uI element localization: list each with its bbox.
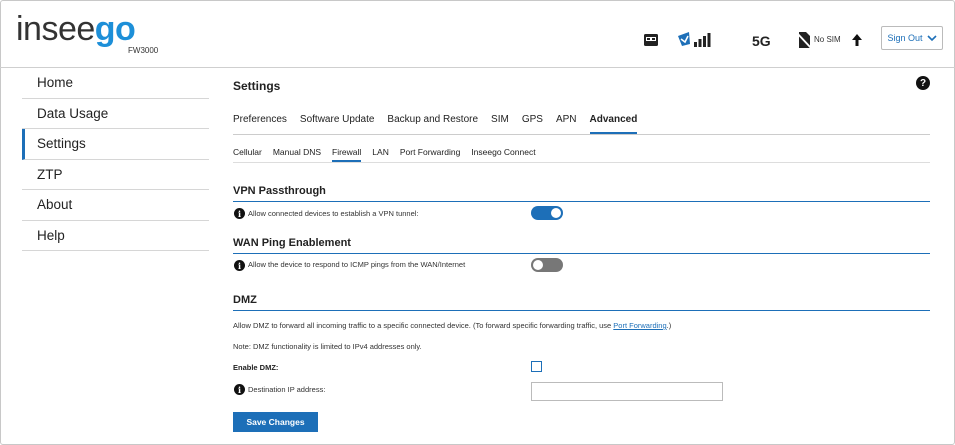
upload-arrow-icon bbox=[852, 34, 862, 46]
destination-ip-label: Destination IP address: bbox=[248, 385, 326, 394]
info-icon[interactable]: i bbox=[234, 208, 245, 219]
section-divider bbox=[233, 201, 930, 202]
sidebar-item-home[interactable]: Home bbox=[22, 68, 209, 99]
tab-preferences[interactable]: Preferences bbox=[233, 114, 287, 134]
wan-ping-section-title: WAN Ping Enablement bbox=[233, 237, 351, 249]
save-changes-button[interactable]: Save Changes bbox=[233, 412, 318, 432]
logo-text-part1: insee bbox=[16, 10, 95, 48]
enable-dmz-label: Enable DMZ: bbox=[233, 363, 279, 372]
wan-ping-toggle[interactable] bbox=[531, 258, 563, 272]
sidebar-item-label: Help bbox=[37, 227, 65, 243]
tab-advanced[interactable]: Advanced bbox=[589, 114, 638, 134]
sidebar-item-label: About bbox=[37, 197, 73, 213]
toggle-knob bbox=[551, 208, 561, 218]
subtab-manual-dns[interactable]: Manual DNS bbox=[273, 147, 321, 162]
sign-out-button[interactable]: Sign Out bbox=[881, 26, 943, 50]
sidebar-item-label: Settings bbox=[37, 136, 86, 152]
toggle-knob bbox=[533, 260, 543, 270]
subtab-inseego-connect[interactable]: Inseego Connect bbox=[471, 147, 535, 162]
subtab-firewall[interactable]: Firewall bbox=[332, 147, 362, 162]
vpn-passthrough-toggle[interactable] bbox=[531, 206, 563, 220]
sidebar-item-label: Data Usage bbox=[37, 105, 109, 121]
subtab-port-forwarding[interactable]: Port Forwarding bbox=[400, 147, 460, 162]
dmz-note: Note: DMZ functionality is limited to IP… bbox=[233, 342, 422, 351]
no-sim-icon bbox=[797, 32, 811, 49]
dmz-description-text: Allow DMZ to forward all incoming traffi… bbox=[233, 321, 614, 330]
model-label: FW3000 bbox=[128, 46, 159, 55]
tab-software-update[interactable]: Software Update bbox=[300, 114, 375, 134]
section-divider bbox=[233, 253, 930, 254]
advanced-subtabs: Cellular Manual DNS Firewall LAN Port Fo… bbox=[233, 147, 930, 163]
tab-sim[interactable]: SIM bbox=[491, 114, 509, 134]
info-icon[interactable]: i bbox=[234, 384, 245, 395]
signal-strength-icon bbox=[678, 32, 711, 47]
dmz-description: Allow DMZ to forward all incoming traffi… bbox=[233, 321, 671, 330]
settings-tabs: Preferences Software Update Backup and R… bbox=[233, 114, 930, 135]
sidebar-item-ztp[interactable]: ZTP bbox=[22, 160, 209, 190]
sidebar-item-about[interactable]: About bbox=[22, 190, 209, 221]
tab-gps[interactable]: GPS bbox=[522, 114, 543, 134]
sidebar-item-help[interactable]: Help bbox=[22, 221, 209, 251]
top-header: inseego FW3000 5G No SIM Sign Out bbox=[0, 0, 955, 68]
subtab-lan[interactable]: LAN bbox=[372, 147, 389, 162]
wan-ping-description: Allow the device to respond to ICMP ping… bbox=[248, 260, 466, 269]
sidebar-item-settings[interactable]: Settings bbox=[22, 129, 209, 160]
inseego-logo: inseego bbox=[16, 10, 136, 49]
vpn-description: Allow connected devices to establish a V… bbox=[248, 209, 419, 218]
logo-text-part2: go bbox=[94, 10, 136, 48]
section-divider bbox=[233, 310, 930, 311]
info-icon[interactable]: i bbox=[234, 260, 245, 271]
help-icon[interactable]: ? bbox=[916, 76, 930, 90]
tab-backup-and-restore[interactable]: Backup and Restore bbox=[387, 114, 478, 134]
sign-out-label: Sign Out bbox=[887, 33, 923, 43]
enable-dmz-checkbox[interactable] bbox=[531, 361, 542, 372]
dmz-description-suffix: .) bbox=[666, 321, 672, 330]
sim-status-label: No SIM bbox=[814, 35, 841, 44]
tab-apn[interactable]: APN bbox=[556, 114, 577, 134]
sidebar-item-data-usage[interactable]: Data Usage bbox=[22, 99, 209, 129]
dmz-section-title: DMZ bbox=[233, 294, 257, 306]
destination-ip-input[interactable] bbox=[531, 382, 723, 401]
chevron-down-icon bbox=[926, 34, 937, 41]
sidebar-nav: Home Data Usage Settings ZTP About Help bbox=[22, 68, 209, 251]
page-title: Settings bbox=[233, 79, 281, 93]
network-type-label: 5G bbox=[752, 33, 771, 49]
router-icon bbox=[644, 34, 658, 46]
vpn-section-title: VPN Passthrough bbox=[233, 185, 326, 197]
sidebar-item-label: Home bbox=[37, 75, 74, 91]
port-forwarding-link[interactable]: Port Forwarding bbox=[613, 321, 666, 330]
subtab-cellular[interactable]: Cellular bbox=[233, 147, 262, 162]
sidebar-item-label: ZTP bbox=[37, 166, 63, 182]
